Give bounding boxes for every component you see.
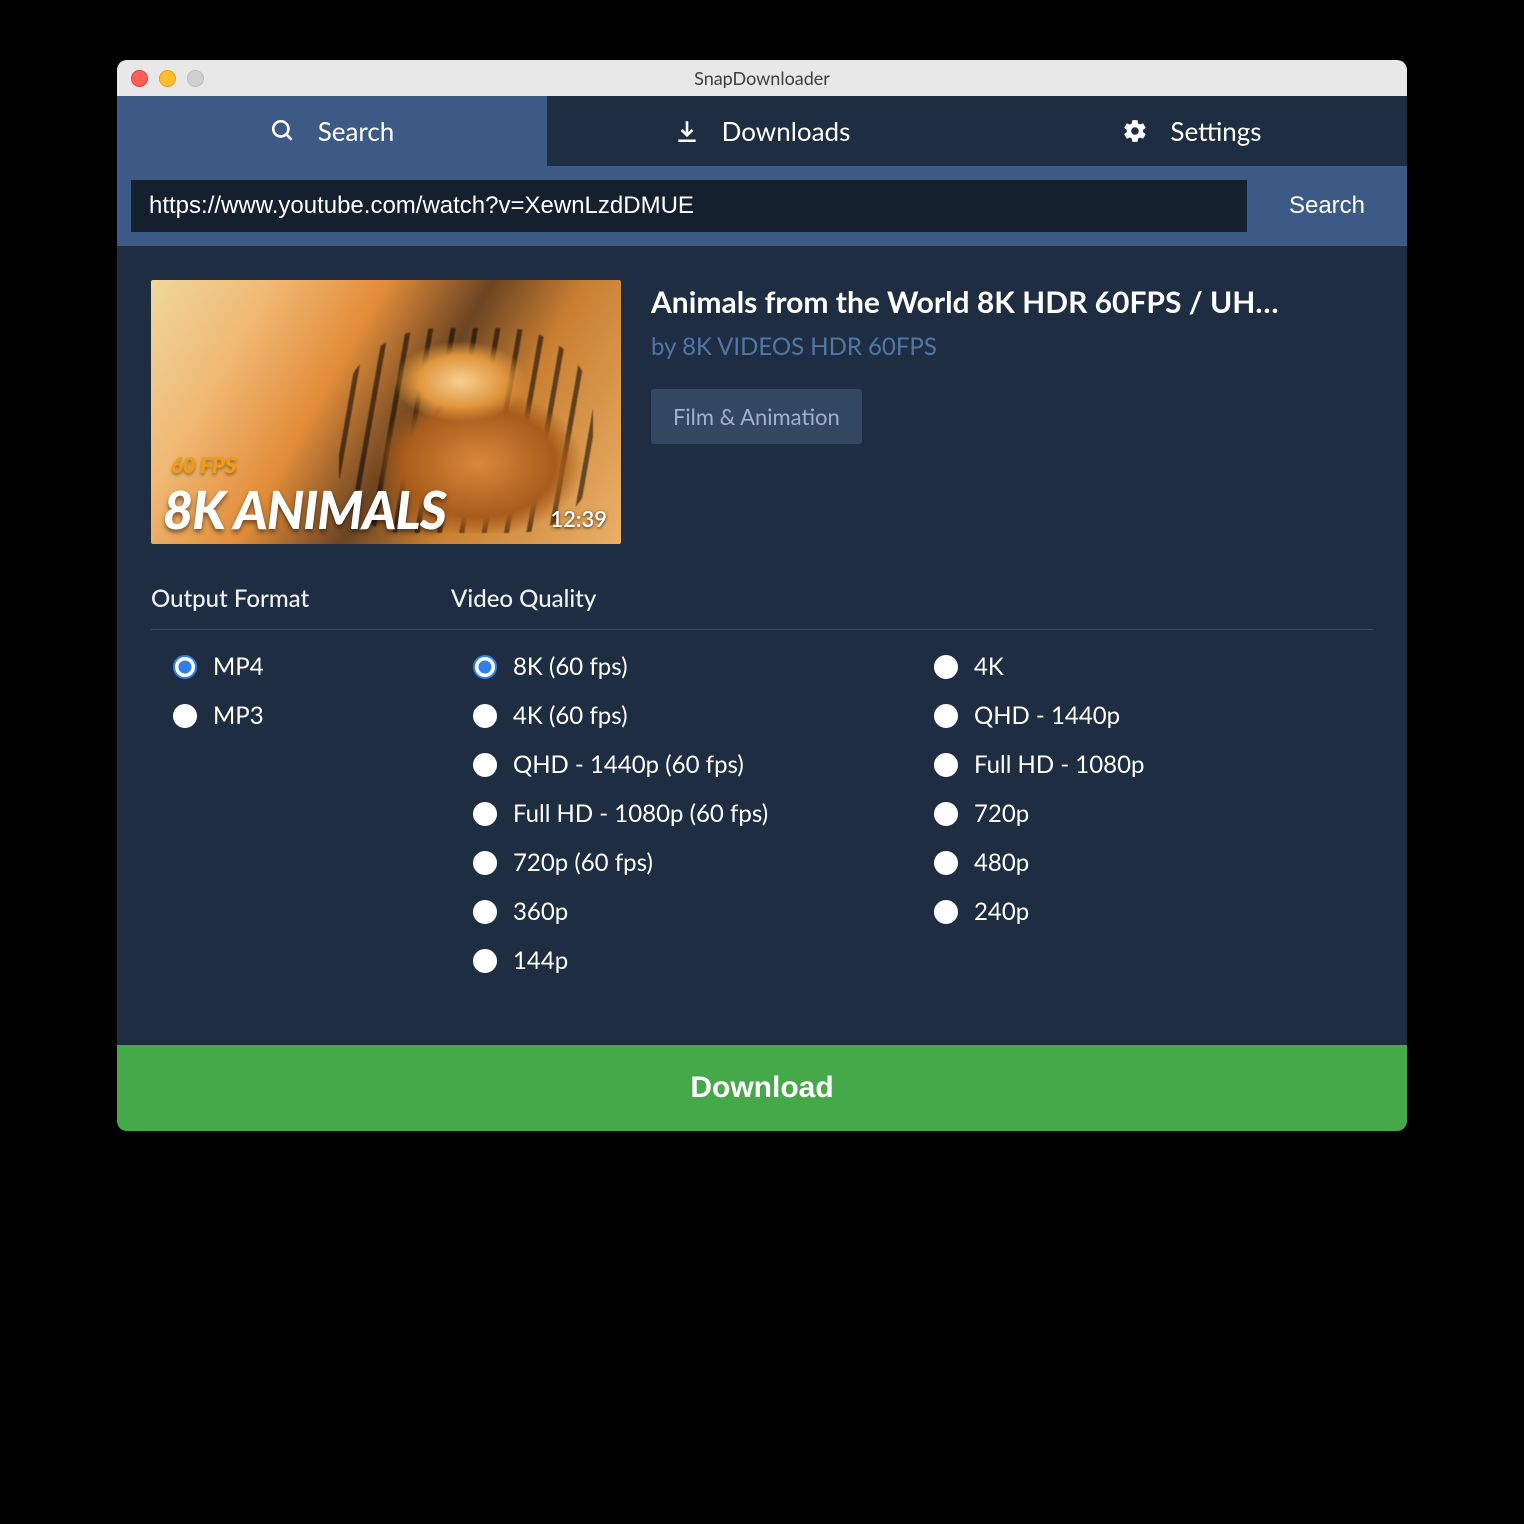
search-button[interactable]: Search bbox=[1247, 166, 1407, 246]
output-format-heading: Output Format bbox=[151, 584, 451, 630]
thumbnail-fps-label: 60 FPS bbox=[171, 451, 236, 478]
download-button[interactable]: Download bbox=[117, 1045, 1407, 1131]
quality-720-60-radio[interactable]: 720p (60 fps) bbox=[473, 848, 912, 877]
quality-label: 720p (60 fps) bbox=[513, 848, 653, 877]
quality-label: 240p bbox=[974, 897, 1029, 926]
quality-label: Full HD - 1080p (60 fps) bbox=[513, 799, 768, 828]
output-format-section: Output Format MP4 MP3 bbox=[151, 584, 451, 975]
video-info-row: 60 FPS 8K ANIMALS 12:39 Animals from the… bbox=[151, 280, 1373, 544]
gear-icon bbox=[1122, 118, 1148, 144]
format-mp4-radio[interactable]: MP4 bbox=[173, 652, 451, 681]
quality-label: 4K bbox=[974, 652, 1004, 681]
format-mp3-radio[interactable]: MP3 bbox=[173, 701, 451, 730]
app-window: SnapDownloader Search Downloads Settings… bbox=[117, 60, 1407, 1131]
quality-label: Full HD - 1080p bbox=[974, 750, 1144, 779]
radio-dot-icon bbox=[934, 802, 958, 826]
url-input[interactable] bbox=[131, 180, 1247, 232]
tab-settings-label: Settings bbox=[1170, 115, 1261, 147]
radio-dot-icon bbox=[934, 900, 958, 924]
main-tabs: Search Downloads Settings bbox=[117, 96, 1407, 166]
quality-fhd-60-radio[interactable]: Full HD - 1080p (60 fps) bbox=[473, 799, 912, 828]
quality-qhd-60-radio[interactable]: QHD - 1440p (60 fps) bbox=[473, 750, 912, 779]
radio-dot-icon bbox=[934, 704, 958, 728]
quality-4k-radio[interactable]: 4K bbox=[934, 652, 1373, 681]
search-icon bbox=[270, 118, 296, 144]
radio-dot-icon bbox=[473, 753, 497, 777]
radio-dot-icon bbox=[473, 851, 497, 875]
quality-label: 8K (60 fps) bbox=[513, 652, 628, 681]
quality-label: QHD - 1440p (60 fps) bbox=[513, 750, 744, 779]
format-mp3-label: MP3 bbox=[213, 701, 264, 730]
tab-search[interactable]: Search bbox=[117, 96, 547, 166]
radio-dot-icon bbox=[173, 655, 197, 679]
quality-label: 480p bbox=[974, 848, 1029, 877]
author-prefix: by bbox=[651, 332, 682, 361]
quality-fhd-radio[interactable]: Full HD - 1080p bbox=[934, 750, 1373, 779]
tab-downloads[interactable]: Downloads bbox=[547, 96, 977, 166]
tab-downloads-label: Downloads bbox=[722, 115, 851, 147]
quality-label: 720p bbox=[974, 799, 1029, 828]
video-meta: Animals from the World 8K HDR 60FPS / UH… bbox=[651, 280, 1373, 544]
category-tag[interactable]: Film & Animation bbox=[651, 389, 862, 444]
tab-search-label: Search bbox=[318, 115, 395, 147]
quality-720-radio[interactable]: 720p bbox=[934, 799, 1373, 828]
radio-dot-icon bbox=[934, 851, 958, 875]
quality-label: 144p bbox=[513, 946, 568, 975]
radio-dot-icon bbox=[473, 900, 497, 924]
video-thumbnail[interactable]: 60 FPS 8K ANIMALS 12:39 bbox=[151, 280, 621, 544]
radio-dot-icon bbox=[473, 655, 497, 679]
radio-dot-icon bbox=[473, 802, 497, 826]
quality-360-radio[interactable]: 360p bbox=[473, 897, 912, 926]
radio-dot-icon bbox=[173, 704, 197, 728]
window-title: SnapDownloader bbox=[117, 67, 1407, 89]
thumbnail-8k-label: 8K ANIMALS bbox=[163, 484, 446, 536]
video-title: Animals from the World 8K HDR 60FPS / UH… bbox=[651, 284, 1373, 320]
radio-dot-icon bbox=[934, 753, 958, 777]
video-quality-heading: Video Quality bbox=[451, 584, 1373, 630]
tab-settings[interactable]: Settings bbox=[977, 96, 1407, 166]
options-row: Output Format MP4 MP3 Video Quality bbox=[151, 584, 1373, 975]
quality-240-radio[interactable]: 240p bbox=[934, 897, 1373, 926]
video-quality-section: Video Quality 8K (60 fps) 4K (60 fps) QH… bbox=[451, 584, 1373, 975]
quality-qhd-radio[interactable]: QHD - 1440p bbox=[934, 701, 1373, 730]
quality-144-radio[interactable]: 144p bbox=[473, 946, 912, 975]
radio-dot-icon bbox=[934, 655, 958, 679]
download-icon bbox=[674, 118, 700, 144]
quality-8k-60-radio[interactable]: 8K (60 fps) bbox=[473, 652, 912, 681]
quality-label: 360p bbox=[513, 897, 568, 926]
quality-480-radio[interactable]: 480p bbox=[934, 848, 1373, 877]
titlebar: SnapDownloader bbox=[117, 60, 1407, 96]
url-search-bar: Search bbox=[117, 166, 1407, 246]
quality-label: 4K (60 fps) bbox=[513, 701, 628, 730]
video-author: by 8K VIDEOS HDR 60FPS bbox=[651, 332, 1373, 361]
video-duration: 12:39 bbox=[550, 505, 607, 532]
radio-dot-icon bbox=[473, 949, 497, 973]
radio-dot-icon bbox=[473, 704, 497, 728]
quality-4k-60-radio[interactable]: 4K (60 fps) bbox=[473, 701, 912, 730]
quality-label: QHD - 1440p bbox=[974, 701, 1120, 730]
content-area: 60 FPS 8K ANIMALS 12:39 Animals from the… bbox=[117, 246, 1407, 1035]
format-mp4-label: MP4 bbox=[213, 652, 264, 681]
author-link[interactable]: 8K VIDEOS HDR 60FPS bbox=[682, 332, 937, 361]
